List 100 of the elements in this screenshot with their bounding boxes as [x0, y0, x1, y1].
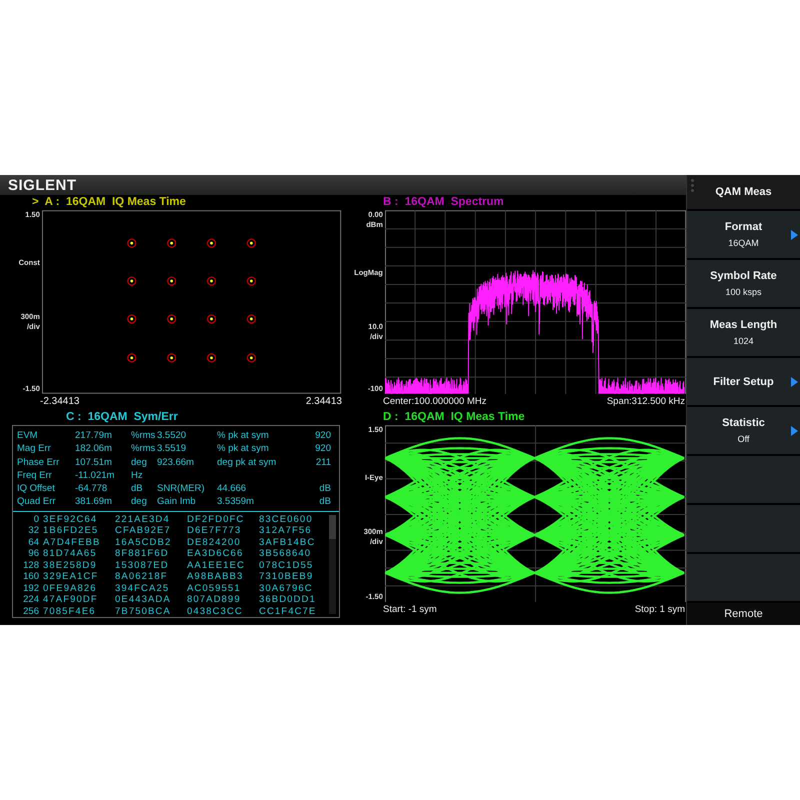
symbol-cell-text: 7085F4E6: [43, 606, 97, 618]
symbol-cell-text: 83CE0600: [259, 514, 314, 526]
axis-label: Span:312.500 kHz: [606, 396, 685, 407]
table-cell-text: 920: [314, 429, 331, 442]
table-cell-text: deg pk at sym: [217, 456, 278, 469]
remote-status: Remote: [687, 603, 800, 625]
table-cell-text: deg: [131, 456, 148, 469]
symbol-cell-text: 153087ED: [115, 560, 170, 572]
softkey-value: 1024: [733, 336, 754, 346]
symbol-cell-text: 47AF90DF: [43, 594, 99, 606]
symbol-index: 96: [27, 548, 39, 560]
table-cell-text: IQ Offset: [17, 482, 56, 496]
symbol-cell-text: 30A6796C: [259, 582, 314, 594]
table-cell-text: 3.5520: [157, 429, 188, 442]
symbol-index: 256: [22, 606, 39, 618]
softkey-value: Off: [738, 434, 750, 444]
axis-label: Center:100.000000 MHz: [383, 396, 487, 407]
symbol-cell-text: CC1F4C7E: [259, 606, 318, 618]
axis-label: Start: -1 sym: [383, 604, 437, 615]
softkey-button[interactable]: Meas Length 1024: [687, 309, 800, 358]
softkey-value: 16QAM: [728, 238, 759, 248]
table-cell-text: Freq Err: [17, 468, 53, 482]
table-cell-text: EVM: [17, 429, 39, 442]
axis-label: -2.34413: [40, 396, 80, 407]
symbol-cell-text: 0FE9A826: [43, 582, 98, 594]
symbol-cell-text: 81D74A65: [43, 548, 98, 560]
table-cell-text: 3.5359m: [217, 495, 255, 509]
scrollbar-thumb[interactable]: [329, 514, 336, 539]
softkey-button[interactable]: [687, 505, 800, 554]
symbol-cell-text: 221AE3D4: [115, 514, 171, 526]
table-cell-text: 211: [314, 456, 331, 469]
table-cell-text: %rms: [131, 429, 156, 442]
symbol-cell-text: 8F881F6D: [115, 548, 170, 560]
symbol-index: 0: [32, 514, 39, 526]
table-cell-text: dB: [318, 495, 331, 509]
softkey-button[interactable]: Statistic Off: [687, 407, 800, 456]
symbol-index: 32: [27, 525, 39, 537]
symbol-cell-text: 3EF92C64: [43, 514, 98, 526]
table-cell-text: dB: [131, 482, 144, 496]
symbol-cell-text: 1B6FD2E5: [43, 525, 100, 537]
softkey-value: 100 ksps: [725, 287, 762, 297]
symbol-cell-text: 7310BEB9: [259, 571, 314, 583]
axis-label: 2.34413: [306, 396, 342, 407]
table-cell-text: SNR(MER): [157, 482, 206, 496]
symbol-cell-text: CFAB92E7: [115, 525, 172, 537]
table-cell-text: 920: [314, 442, 331, 456]
table-cell-text: Quad Err: [17, 495, 57, 509]
symbol-cell-text: 7B750BCA: [115, 606, 172, 618]
table-cell-text: % pk at sym: [217, 429, 270, 442]
symbol-cell-text: 0438C3CC: [187, 606, 244, 618]
symbol-cell-text: 8A06218F: [115, 571, 169, 583]
brand-logo: SIGLENT: [8, 176, 77, 194]
table-cell-text: -64.778: [75, 482, 108, 496]
symbol-cell-text: 807AD899: [187, 594, 242, 606]
symbol-cell-text: DF2FD0FC: [187, 514, 246, 526]
symbol-cell-text: 0E443ADA: [115, 594, 172, 606]
symbol-index: 160: [22, 571, 39, 583]
symbol-cell-text: 38E258D9: [43, 560, 98, 572]
softkey-label: Format: [724, 221, 762, 233]
table-cell-text: 3.5519: [157, 442, 188, 456]
symbol-cell-text: DE824200: [187, 536, 242, 548]
table-cell-text: Gain Imb: [157, 495, 197, 509]
symbol-cell-text: 312A7F56: [259, 525, 313, 537]
softkey-label: Symbol Rate: [710, 270, 777, 282]
symbol-cell-text: 329EA1CF: [43, 571, 100, 583]
table-cell-text: %rms: [131, 442, 156, 456]
symbol-index: 192: [22, 582, 39, 594]
table-cell-text: deg: [131, 495, 148, 509]
softkey-label: Filter Setup: [713, 376, 774, 388]
softkey-label: Meas Length: [710, 319, 778, 331]
panel-title: B : 16QAM Spectrum: [383, 195, 504, 210]
table-cell-text: 182.06m: [75, 442, 113, 456]
table-cell-text: Mag Err: [17, 442, 52, 456]
softkey-button[interactable]: Format 16QAM: [687, 211, 800, 260]
symbol-index: 64: [27, 536, 39, 548]
symbol-cell-text: 078C1D55: [259, 560, 314, 572]
panel-title: > A : 16QAM IQ Meas Time: [32, 195, 186, 210]
symbol-cell-text: D6E7F773: [187, 525, 242, 537]
table-cell-text: dB: [318, 482, 331, 496]
table-cell-text: 107.51m: [75, 456, 113, 469]
symbol-index: 128: [22, 560, 39, 572]
symbol-cell-text: 394FCA25: [115, 582, 170, 594]
table-cell-text: -11.021m: [75, 468, 116, 482]
scrollbar[interactable]: [329, 514, 336, 614]
softkey-button[interactable]: Symbol Rate 100 ksps: [687, 260, 800, 309]
table-cell-text: 44.666: [217, 482, 248, 496]
table-cell-text: Hz: [131, 468, 144, 482]
symbol-index: 224: [22, 594, 39, 606]
symbol-cell-text: 36BD0DD1: [259, 594, 317, 606]
table-cell-text: 217.79m: [75, 429, 113, 442]
softkey-label: Statistic: [722, 417, 765, 429]
softkey-button[interactable]: [687, 456, 800, 505]
symbol-cell-text: EA3D6C66: [187, 548, 244, 560]
symbol-cell-text: 16A5CDB2: [115, 536, 172, 548]
symbol-cell-text: A7D4FEBB: [43, 536, 102, 548]
table-cell-text: 923.66m: [157, 456, 195, 469]
softkey-button[interactable]: [687, 554, 800, 603]
softkey-button[interactable]: Filter Setup: [687, 358, 800, 407]
symbol-cell-text: 3AFB14BC: [259, 536, 316, 548]
symbol-cell-text: 3B568640: [259, 548, 312, 560]
